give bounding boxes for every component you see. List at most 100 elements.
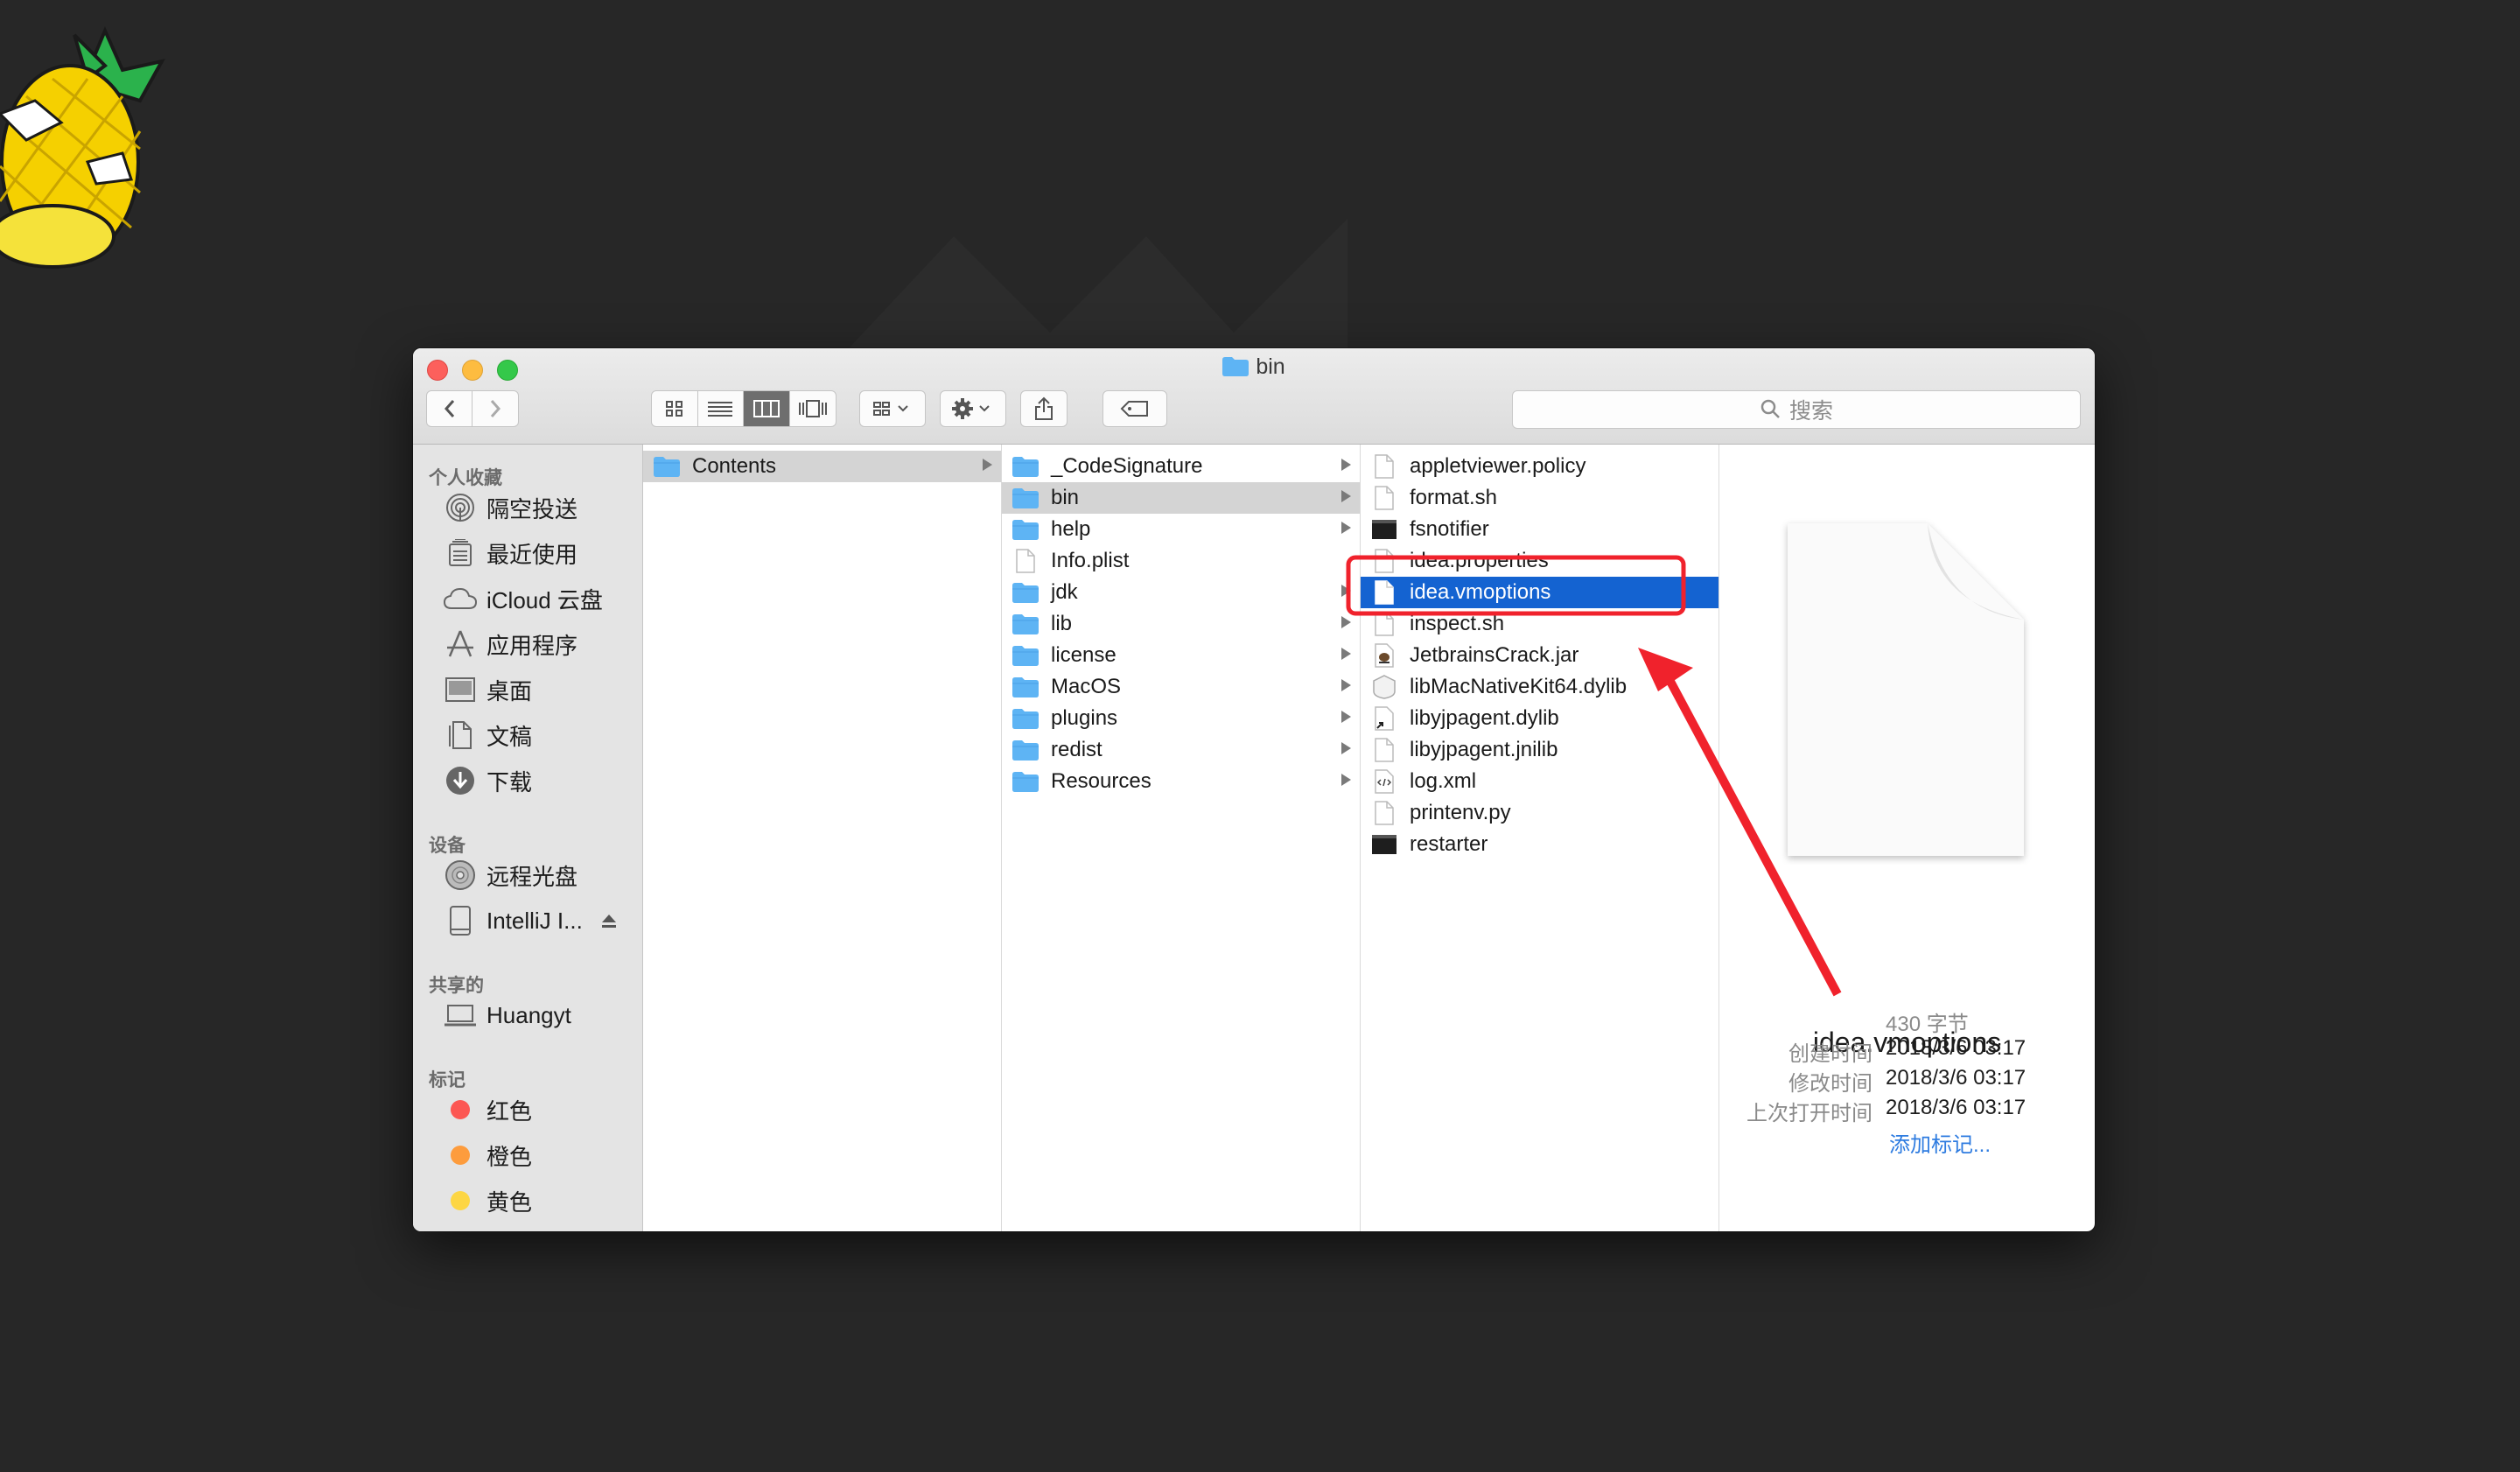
group-icon <box>873 402 908 416</box>
forward-button[interactable] <box>472 391 518 426</box>
file-icon <box>1371 738 1397 762</box>
sidebar-item-huangyt[interactable]: Huangyt <box>443 998 571 1033</box>
sidebar-item-remote-disc[interactable]: 远程光盘 <box>443 858 578 893</box>
sidebar-item-applications[interactable]: 应用程序 <box>443 627 578 662</box>
file-row[interactable]: log.xml <box>1361 766 1718 797</box>
file-row[interactable]: idea.properties <box>1361 545 1718 577</box>
folder-row[interactable]: MacOS <box>1002 671 1360 703</box>
gallery-view-button[interactable] <box>790 391 836 426</box>
action-button[interactable] <box>940 390 1006 427</box>
folder-row[interactable]: Resources <box>1002 766 1360 797</box>
file-row[interactable]: appletviewer.policy <box>1361 451 1718 482</box>
item-name: idea.properties <box>1410 549 1549 572</box>
folder-icon <box>1012 738 1039 762</box>
xml-icon <box>1371 769 1397 794</box>
jar-icon <box>1371 643 1397 668</box>
file-row[interactable]: inspect.sh <box>1361 608 1718 640</box>
folder-row[interactable]: help <box>1002 514 1360 545</box>
sidebar-item-icloud[interactable]: iCloud 云盘 <box>443 581 603 616</box>
sidebar-item-label: 桌面 <box>486 677 533 704</box>
chevron-right-icon <box>490 400 501 417</box>
sidebar-item-label: iCloud 云盘 <box>486 586 603 613</box>
folder-row[interactable]: Contents <box>643 451 1001 482</box>
file-row[interactable]: libyjpagent.dylib <box>1361 703 1718 734</box>
folder-row[interactable]: bin <box>1002 482 1360 514</box>
icon-view-button[interactable] <box>652 391 698 426</box>
disclosure-arrow-icon <box>1341 774 1351 786</box>
item-name: jdk <box>1051 580 1078 604</box>
column-bin: appletviewer.policy format.sh fsnotifier id… <box>1361 445 1719 1231</box>
item-name: license <box>1051 643 1116 667</box>
sidebar-item-tag-red[interactable]: 红色 <box>443 1092 532 1127</box>
folder-row[interactable]: redist <box>1002 734 1360 766</box>
item-name: redist <box>1051 738 1102 761</box>
preview-file-size: 430 字节 <box>1886 1013 1969 1036</box>
file-row[interactable]: libyjpagent.jnilib <box>1361 734 1718 766</box>
folder-row[interactable]: license <box>1002 640 1360 671</box>
search-field[interactable]: 搜索 <box>1512 390 2081 429</box>
sidebar-item-label: Huangyt <box>486 1001 571 1028</box>
item-name: inspect.sh <box>1410 612 1505 635</box>
sidebar-item-label: 文稿 <box>486 723 533 750</box>
sidebar-item-tag-yellow[interactable]: 黄色 <box>443 1183 532 1218</box>
list-view-button[interactable] <box>698 391 744 426</box>
folder-row[interactable]: plugins <box>1002 703 1360 734</box>
folder-icon <box>1012 706 1039 731</box>
back-button[interactable] <box>427 391 472 426</box>
add-tags-link[interactable]: 添加标记... <box>1889 1127 1991 1158</box>
finder-window: bin 搜索 个人收藏 隔空投送 最近使用 iCloud 云盘 应用程序 桌面 … <box>413 348 2095 1231</box>
item-name: Contents <box>692 454 777 478</box>
item-name: fsnotifier <box>1410 517 1489 541</box>
sidebar-item-downloads[interactable]: 下载 <box>443 763 532 798</box>
recents-icon <box>443 536 478 571</box>
folder-row[interactable]: lib <box>1002 608 1360 640</box>
folder-icon <box>1012 769 1039 794</box>
tags-header: 标记 <box>429 1070 466 1090</box>
eject-icon[interactable] <box>600 912 618 929</box>
sidebar-item-recents[interactable]: 最近使用 <box>443 536 578 571</box>
file-row[interactable]: Info.plist <box>1002 545 1360 577</box>
sidebar-item-tag-orange[interactable]: 橙色 <box>443 1138 532 1173</box>
grid-icon <box>665 401 682 417</box>
applications-icon <box>443 627 478 662</box>
sidebar-item-airdrop[interactable]: 隔空投送 <box>443 490 578 525</box>
share-button[interactable] <box>1020 390 1068 427</box>
item-name: _CodeSignature <box>1051 454 1203 478</box>
folder-icon <box>654 454 680 479</box>
sidebar-item-label: 下载 <box>486 768 533 796</box>
orange-tag-dot <box>451 1146 470 1165</box>
file-row[interactable]: restarter <box>1361 829 1718 860</box>
file-row[interactable]: format.sh <box>1361 482 1718 514</box>
sidebar-item-desktop[interactable]: 桌面 <box>443 672 532 707</box>
file-row[interactable]: libMacNativeKit64.dylib <box>1361 671 1718 703</box>
sidebar-item-label: 远程光盘 <box>486 863 578 890</box>
file-icon <box>1012 549 1039 573</box>
tags-button[interactable] <box>1102 390 1167 427</box>
computer-icon <box>443 998 478 1033</box>
file-row[interactable]: idea.vmoptions <box>1361 577 1718 608</box>
shared-header: 共享的 <box>429 976 484 996</box>
folder-row[interactable]: _CodeSignature <box>1002 451 1360 482</box>
file-row[interactable]: fsnotifier <box>1361 514 1718 545</box>
item-name: JetbrainsCrack.jar <box>1410 643 1579 667</box>
arrange-button[interactable] <box>859 390 926 427</box>
disc-icon <box>443 858 478 893</box>
sidebar-item-documents[interactable]: 文稿 <box>443 718 532 753</box>
created-label: 创建时间 <box>1788 1042 1872 1066</box>
file-row[interactable]: printenv.py <box>1361 797 1718 829</box>
disclosure-arrow-icon <box>1341 648 1351 660</box>
column-view-button[interactable] <box>744 391 790 426</box>
sidebar-item-intellij-volume[interactable]: IntelliJ I... <box>443 903 618 938</box>
item-name: libMacNativeKit64.dylib <box>1410 675 1628 698</box>
airdrop-icon <box>443 490 478 525</box>
disclosure-arrow-icon <box>1341 490 1351 502</box>
item-name: libyjpagent.dylib <box>1410 706 1559 730</box>
folder-row[interactable]: jdk <box>1002 577 1360 608</box>
file-row[interactable]: JetbrainsCrack.jar <box>1361 640 1718 671</box>
file-icon <box>1371 549 1397 573</box>
item-name: restarter <box>1410 832 1488 856</box>
column-app: _CodeSignaturebin help Info.plist jdk lib lic… <box>1002 445 1361 1231</box>
disclosure-arrow-icon <box>1341 711 1351 723</box>
folder-icon <box>1012 517 1039 542</box>
item-name: lib <box>1051 612 1073 635</box>
